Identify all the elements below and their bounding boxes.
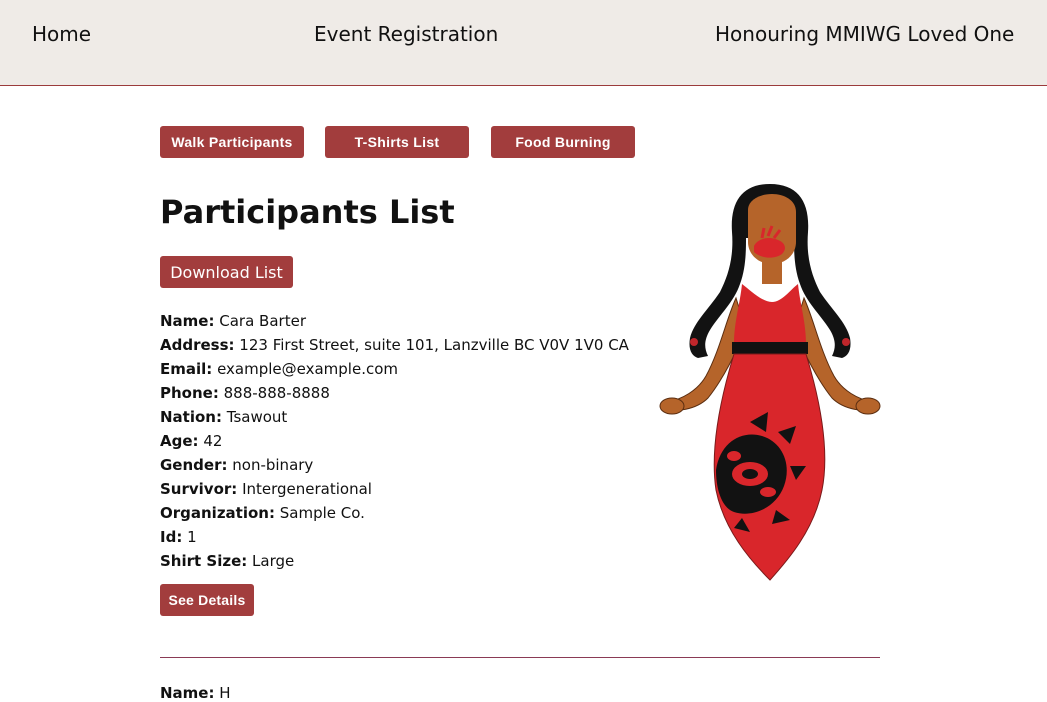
field-email: Email: example@example.com <box>160 357 629 381</box>
right-hand <box>855 397 881 415</box>
formline-eye <box>742 469 758 479</box>
field-id: Id: 1 <box>160 525 629 549</box>
top-navigation: Home Event Registration Honouring MMIWG … <box>0 0 1047 86</box>
field-value: Tsawout <box>226 408 288 426</box>
field-shirt-size: Shirt Size: Large <box>160 549 629 573</box>
field-name: Name: Cara Barter <box>160 309 629 333</box>
field-label: Phone: <box>160 384 219 402</box>
field-value: non-binary <box>232 456 314 474</box>
field-value: Sample Co. <box>279 504 365 522</box>
field-value: 1 <box>187 528 197 546</box>
participant-details: Name: Cara Barter Address: 123 First Str… <box>160 309 629 573</box>
field-value: Intergenerational <box>242 480 372 498</box>
field-phone: Phone: 888-888-8888 <box>160 381 629 405</box>
field-age: Age: 42 <box>160 429 629 453</box>
field-value: Large <box>252 552 295 570</box>
field-address: Address: 123 First Street, suite 101, La… <box>160 333 629 357</box>
food-burning-button[interactable]: Food Burning <box>491 126 635 158</box>
field-label: Id: <box>160 528 183 546</box>
field-value: 123 First Street, suite 101, Lanzville B… <box>239 336 629 354</box>
t-shirts-list-button[interactable]: T-Shirts List <box>325 126 469 158</box>
field-label: Name: <box>160 684 215 702</box>
page-title: Participants List <box>160 193 455 231</box>
next-participant-name: Name: H <box>160 684 231 702</box>
neck <box>762 262 782 284</box>
field-value: Cara Barter <box>219 312 306 330</box>
nav-home-link[interactable]: Home <box>32 22 91 46</box>
field-value: 888-888-8888 <box>223 384 330 402</box>
walk-participants-button[interactable]: Walk Participants <box>160 126 304 158</box>
field-value: 42 <box>203 432 223 450</box>
field-organization: Organization: Sample Co. <box>160 501 629 525</box>
dress-belt <box>732 342 808 354</box>
hair-tie <box>690 338 698 346</box>
download-list-button[interactable]: Download List <box>160 256 293 288</box>
field-label: Email: <box>160 360 213 378</box>
see-details-button[interactable]: See Details <box>160 584 254 616</box>
field-label: Survivor: <box>160 480 238 498</box>
left-hand <box>659 397 685 415</box>
field-label: Name: <box>160 312 215 330</box>
red-dress-woman-illustration <box>659 184 881 581</box>
field-label: Address: <box>160 336 235 354</box>
dress-bodice <box>734 284 806 344</box>
nav-event-registration-link[interactable]: Event Registration <box>314 22 498 46</box>
field-label: Gender: <box>160 456 228 474</box>
field-label: Nation: <box>160 408 222 426</box>
field-value: example@example.com <box>217 360 398 378</box>
hair-tie <box>842 338 850 346</box>
field-nation: Nation: Tsawout <box>160 405 629 429</box>
field-value: H <box>219 684 231 702</box>
field-label: Age: <box>160 432 199 450</box>
nav-honouring-loved-one-link[interactable]: Honouring MMIWG Loved One <box>715 22 1014 46</box>
participant-divider <box>160 657 880 658</box>
field-label: Organization: <box>160 504 275 522</box>
field-label: Shirt Size: <box>160 552 248 570</box>
field-survivor: Survivor: Intergenerational <box>160 477 629 501</box>
field-gender: Gender: non-binary <box>160 453 629 477</box>
